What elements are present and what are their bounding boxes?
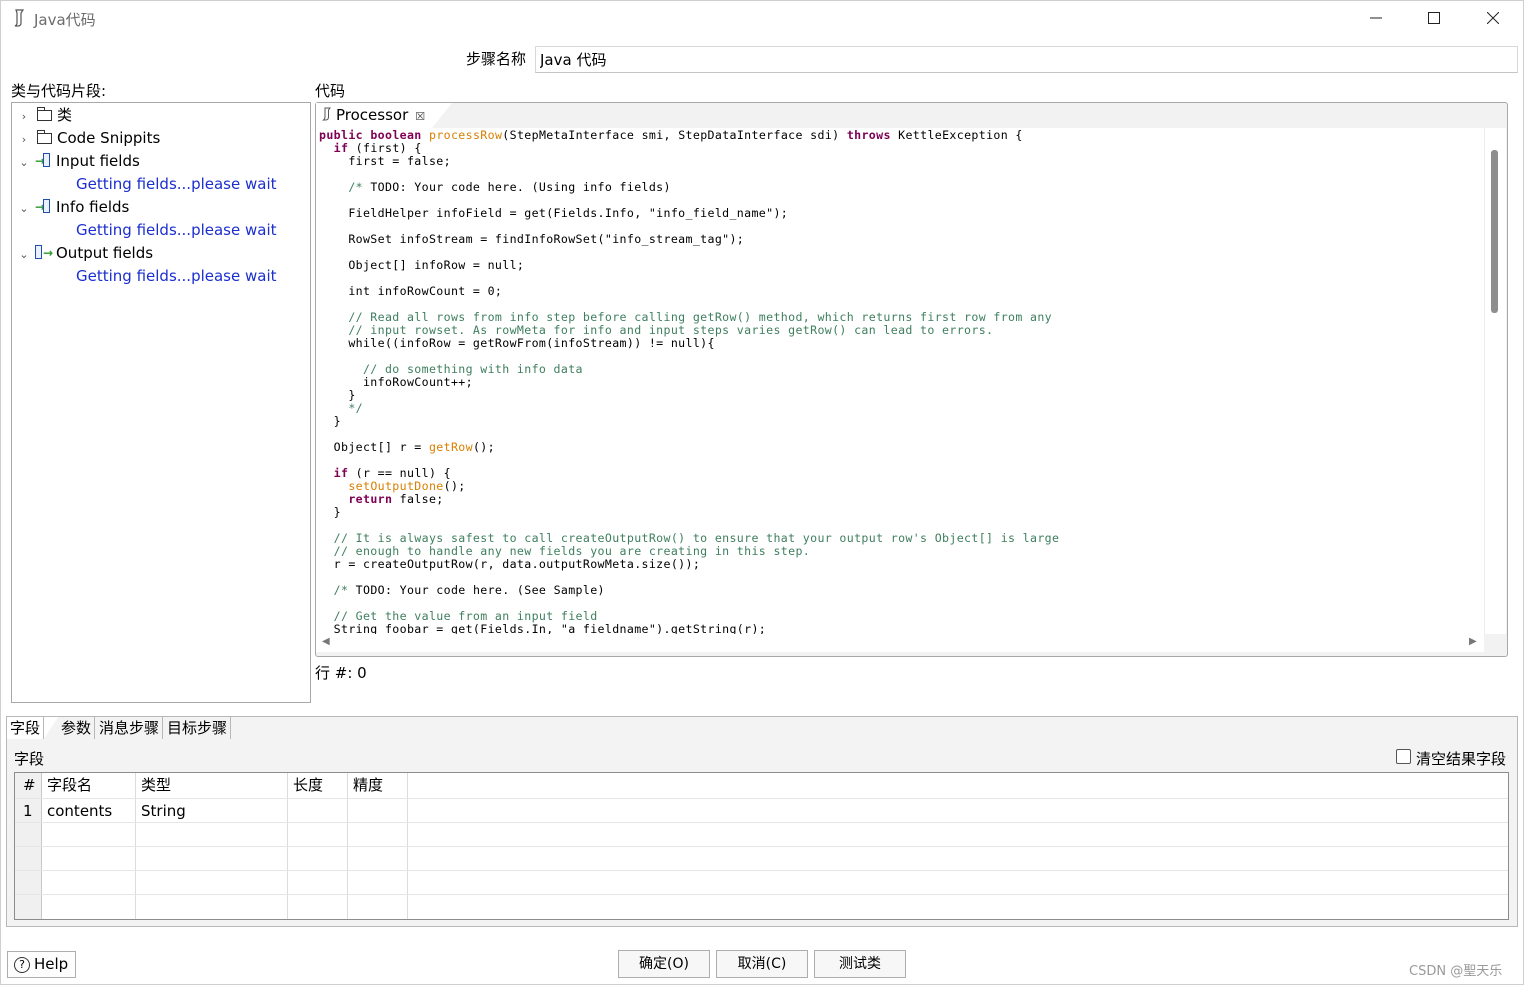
help-icon: ? (14, 957, 30, 973)
column-header-precision[interactable]: 精度 (353, 773, 383, 797)
code-editor[interactable]: public boolean processRow(StepMetaInterf… (316, 128, 1484, 634)
table-cell-index: 1 (23, 802, 33, 820)
column-header-index[interactable]: # (23, 773, 36, 797)
table-cell-field-name[interactable]: contents (47, 799, 112, 823)
tab-fields[interactable]: 字段 (7, 717, 45, 739)
maximize-icon (1428, 12, 1440, 24)
tree-item-output-fields[interactable]: ⌄ → Output fields (12, 242, 153, 264)
table-cell-type[interactable]: String (141, 799, 186, 823)
tree-subitem-loading[interactable]: Getting fields...please wait (76, 265, 277, 287)
tree-subitem-loading[interactable]: Getting fields...please wait (76, 219, 277, 241)
tree-subitem-loading[interactable]: Getting fields...please wait (76, 173, 277, 195)
info-fields-icon: → (35, 199, 51, 215)
clear-result-label[interactable]: 清空结果字段 (1416, 748, 1506, 769)
tab-label: Processor (336, 106, 409, 124)
watermark: CSDN @聖天乐 (1409, 964, 1503, 979)
title-bar (0, 0, 1524, 38)
java-script-icon (12, 9, 28, 27)
code-label: 代码 (315, 82, 346, 100)
chevron-down-icon[interactable]: ⌄ (17, 152, 31, 174)
code-text[interactable]: public boolean processRow(StepMetaInterf… (319, 129, 1059, 635)
folder-icon (37, 130, 52, 144)
tree-label: 类与代码片段: (11, 82, 107, 100)
chevron-down-icon[interactable]: ⌄ (17, 244, 31, 266)
tab-info-steps[interactable]: 消息步骤 (96, 717, 164, 739)
column-header-length[interactable]: 长度 (293, 773, 323, 797)
tree-item-label: Info fields (56, 198, 130, 216)
input-fields-icon: → (35, 153, 51, 169)
column-header-field-name[interactable]: 字段名 (47, 773, 92, 797)
close-tab-icon[interactable]: ☒ (415, 110, 425, 123)
step-name-label: 步骤名称 (466, 50, 527, 68)
tree-item-label: Input fields (56, 152, 140, 170)
cancel-button[interactable]: 取消(C) (716, 950, 808, 978)
scroll-right-icon[interactable]: ▶ (1469, 636, 1477, 647)
step-name-input[interactable] (535, 46, 1518, 73)
help-label: Help (34, 955, 69, 973)
test-class-button[interactable]: 测试类 (814, 950, 906, 978)
tree-item-info-fields[interactable]: ⌄ → Info fields (12, 196, 129, 218)
tree-item-input-fields[interactable]: ⌄ → Input fields (12, 150, 140, 174)
tab-edge (44, 717, 58, 739)
snippet-tree[interactable]: › 类 › Code Snippits ⌄ → Input fields Getting… (11, 102, 311, 703)
help-button[interactable]: ? Help (7, 951, 76, 978)
tree-item-classes[interactable]: › 类 (12, 104, 72, 126)
tree-item-label: 类 (57, 106, 73, 124)
chevron-right-icon[interactable]: › (17, 106, 31, 128)
close-button[interactable] (1470, 4, 1516, 34)
clear-result-checkbox[interactable] (1396, 749, 1411, 764)
folder-icon (37, 107, 52, 121)
tree-item-code-snippits[interactable]: › Code Snippits (12, 127, 160, 149)
chevron-down-icon[interactable]: ⌄ (17, 198, 31, 220)
close-icon (1486, 11, 1500, 25)
fields-table[interactable]: # 字段名 类型 长度 精度 1 contents String (14, 772, 1509, 920)
chevron-right-icon[interactable]: › (17, 129, 31, 151)
horizontal-scrollbar[interactable] (316, 634, 1484, 652)
scroll-left-icon[interactable]: ◀ (322, 636, 330, 647)
tab-processor[interactable]: Processor ☒ (316, 103, 434, 128)
window-title: Java代码 (34, 11, 96, 29)
tab-parameters[interactable]: 参数 (58, 717, 96, 739)
ok-button[interactable]: 确定(O) (618, 950, 710, 978)
tree-item-label: Code Snippits (57, 129, 161, 147)
row-indicator: 行 #: 0 (315, 664, 367, 682)
column-header-type[interactable]: 类型 (141, 773, 171, 797)
java-script-icon (321, 107, 331, 121)
tab-edge (432, 103, 452, 128)
minimize-button[interactable] (1353, 4, 1399, 34)
tab-target-steps[interactable]: 目标步骤 (164, 717, 232, 739)
minimize-icon (1370, 17, 1382, 19)
tree-item-label: Output fields (56, 244, 154, 262)
output-fields-icon: → (35, 245, 53, 261)
fields-section-label: 字段 (14, 750, 45, 768)
maximize-button[interactable] (1411, 4, 1457, 34)
vertical-scrollbar-thumb[interactable] (1491, 150, 1498, 313)
